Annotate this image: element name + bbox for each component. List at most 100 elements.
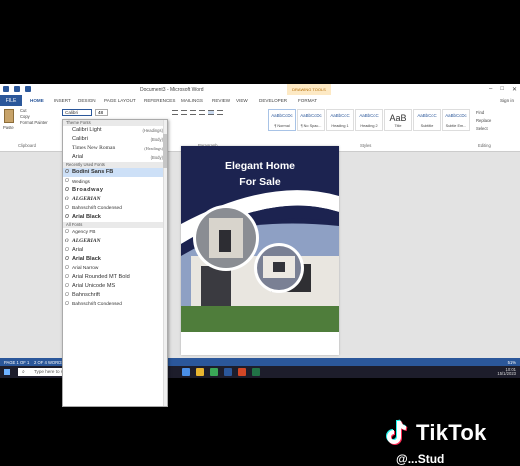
file-explorer-icon[interactable]	[196, 368, 204, 376]
dropdown-scroll-thumb[interactable]	[163, 134, 167, 168]
maximize-icon[interactable]: □	[500, 86, 504, 93]
opentype-icon: O	[65, 256, 69, 262]
font-dropdown: Theme Fonts Calibri Light (Headings) Cali…	[62, 119, 168, 407]
tab-design[interactable]: DESIGN	[78, 98, 96, 103]
page-count[interactable]: PAGE 1 OF 1	[4, 360, 29, 365]
word-count[interactable]: 2 OF 4 WORDS	[34, 360, 64, 365]
clock-date: 15/1/2023	[497, 371, 516, 376]
tiktok-logo-icon	[386, 419, 408, 445]
editing-commands: Find Replace Select	[476, 109, 491, 133]
group-label-styles: Styles	[360, 143, 372, 148]
font-option[interactable]: O Arial	[63, 246, 167, 255]
excel-icon[interactable]	[252, 368, 260, 376]
style-normal[interactable]: AaBbCcDc ¶ Normal	[268, 109, 296, 131]
font-option[interactable]: O Agency FB	[63, 228, 167, 237]
opentype-icon: O	[65, 205, 69, 211]
font-size-box[interactable]: 48	[95, 109, 108, 116]
font-option[interactable]: O Bahnschrift Condensed	[63, 204, 167, 213]
decrease-indent-icon[interactable]	[199, 110, 205, 115]
tab-insert[interactable]: INSERT	[54, 98, 71, 103]
opentype-icon: O	[65, 169, 69, 175]
opentype-icon: O	[65, 292, 69, 298]
tab-page-layout[interactable]: PAGE LAYOUT	[104, 98, 136, 103]
paste-icon[interactable]	[4, 109, 14, 123]
save-icon[interactable]	[3, 86, 9, 92]
style-heading-2[interactable]: AaBbCcC Heading 2	[355, 109, 383, 131]
tab-format[interactable]: FORMAT	[298, 98, 317, 103]
tab-file[interactable]: FILE	[0, 95, 22, 106]
font-option[interactable]: O Arial Black	[63, 255, 167, 264]
bullets-icon[interactable]	[172, 110, 178, 115]
poster-design[interactable]: Elegant Home For Sale	[181, 146, 339, 332]
opentype-icon: O	[65, 197, 69, 202]
tiktok-handle: @...Stud	[396, 452, 445, 466]
minimize-icon[interactable]: –	[489, 86, 492, 93]
tab-references[interactable]: REFERENCES	[144, 98, 175, 103]
font-option[interactable]: O ALGERIAN	[63, 195, 167, 204]
font-option[interactable]: O Broadway	[63, 186, 167, 195]
clipboard-commands: Cut Copy Format Painter	[20, 108, 48, 126]
line-spacing-icon[interactable]	[217, 110, 223, 115]
style-heading-1[interactable]: AaBbCcC Heading 1	[326, 109, 354, 131]
font-option[interactable]: O Bodini Sans FB	[63, 168, 167, 177]
opentype-icon: O	[65, 265, 69, 271]
font-option[interactable]: Arial (Body)	[63, 153, 167, 162]
find-button[interactable]: Find	[476, 109, 491, 117]
select-button[interactable]: Select	[476, 125, 491, 133]
font-option[interactable]: O Arial Rounded MT Bold	[63, 273, 167, 282]
style-subtle-emphasis[interactable]: AaBbCcDc Subtle Em...	[442, 109, 470, 131]
zoom-level[interactable]: 51%	[508, 360, 516, 365]
search-icon: ⌕	[22, 369, 25, 375]
font-option[interactable]: O Bahnschrift	[63, 291, 167, 300]
multilevel-list-icon[interactable]	[190, 110, 196, 115]
video-frame: Document3 - Microsoft Word DRAWING TOOLS…	[0, 0, 520, 466]
windows-start-icon[interactable]	[4, 369, 10, 375]
opentype-icon: O	[65, 301, 69, 307]
font-option[interactable]: O Wedings	[63, 177, 167, 186]
opentype-icon: O	[65, 239, 69, 244]
tab-developer[interactable]: DEVELOPER	[259, 98, 287, 103]
numbering-icon[interactable]	[181, 110, 187, 115]
ribbon-tabs: FILE HOME INSERT DESIGN PAGE LAYOUT REFE…	[0, 95, 520, 106]
window-controls: – □ ✕	[489, 86, 517, 93]
style-subtitle[interactable]: AaBbCcC Subtitle	[413, 109, 441, 131]
tab-view[interactable]: VIEW	[236, 98, 248, 103]
opentype-icon: O	[65, 247, 69, 253]
font-option[interactable]: O ALGERIAN	[63, 237, 167, 246]
font-option[interactable]: Times New Roman (Headings)	[63, 144, 167, 153]
font-option[interactable]: O Bahnschrift Condensed	[63, 300, 167, 309]
font-option[interactable]: O Arial Unicode MS	[63, 282, 167, 291]
tab-review[interactable]: REVIEW	[212, 98, 230, 103]
font-name-box[interactable]: Calibri	[62, 109, 92, 116]
font-option[interactable]: Calibri (Body)	[63, 135, 167, 144]
window-title: Document3 - Microsoft Word	[140, 87, 204, 93]
poster-title-line-1[interactable]: Elegant Home	[181, 160, 339, 172]
undo-icon[interactable]	[14, 86, 20, 92]
tiktok-brand-text: TikTok	[416, 420, 487, 445]
tab-mailings[interactable]: MAILINGS	[181, 98, 203, 103]
font-option[interactable]: O Arial Narrow	[63, 264, 167, 273]
redo-icon[interactable]	[25, 86, 31, 92]
taskbar-app-icons	[182, 368, 260, 376]
group-label-clipboard: Clipboard	[18, 143, 36, 148]
format-painter-button[interactable]: Format Painter	[20, 120, 48, 126]
style-title[interactable]: AaB Title	[384, 109, 412, 131]
font-option[interactable]: O Arial Black	[63, 213, 167, 222]
task-view-icon[interactable]	[182, 368, 190, 376]
replace-button[interactable]: Replace	[476, 117, 491, 125]
chrome-icon[interactable]	[210, 368, 218, 376]
opentype-icon: O	[65, 283, 69, 289]
sign-in-link[interactable]: Sign in	[500, 98, 514, 103]
word-icon[interactable]	[224, 368, 232, 376]
opentype-icon: O	[65, 214, 69, 220]
powerpoint-icon[interactable]	[238, 368, 246, 376]
style-no-spacing[interactable]: AaBbCcDc ¶ No Spac...	[297, 109, 325, 131]
align-center-icon[interactable]	[208, 110, 214, 115]
font-option[interactable]: Calibri Light (Headings)	[63, 126, 167, 135]
system-clock[interactable]: 10:01 15/1/2023	[497, 367, 516, 376]
close-icon[interactable]: ✕	[512, 86, 517, 93]
document-page[interactable]: Elegant Home For Sale	[181, 146, 339, 355]
poster-title-line-2[interactable]: For Sale	[181, 176, 339, 188]
paste-button-label[interactable]: Paste	[3, 125, 14, 130]
tab-home[interactable]: HOME	[30, 98, 44, 103]
